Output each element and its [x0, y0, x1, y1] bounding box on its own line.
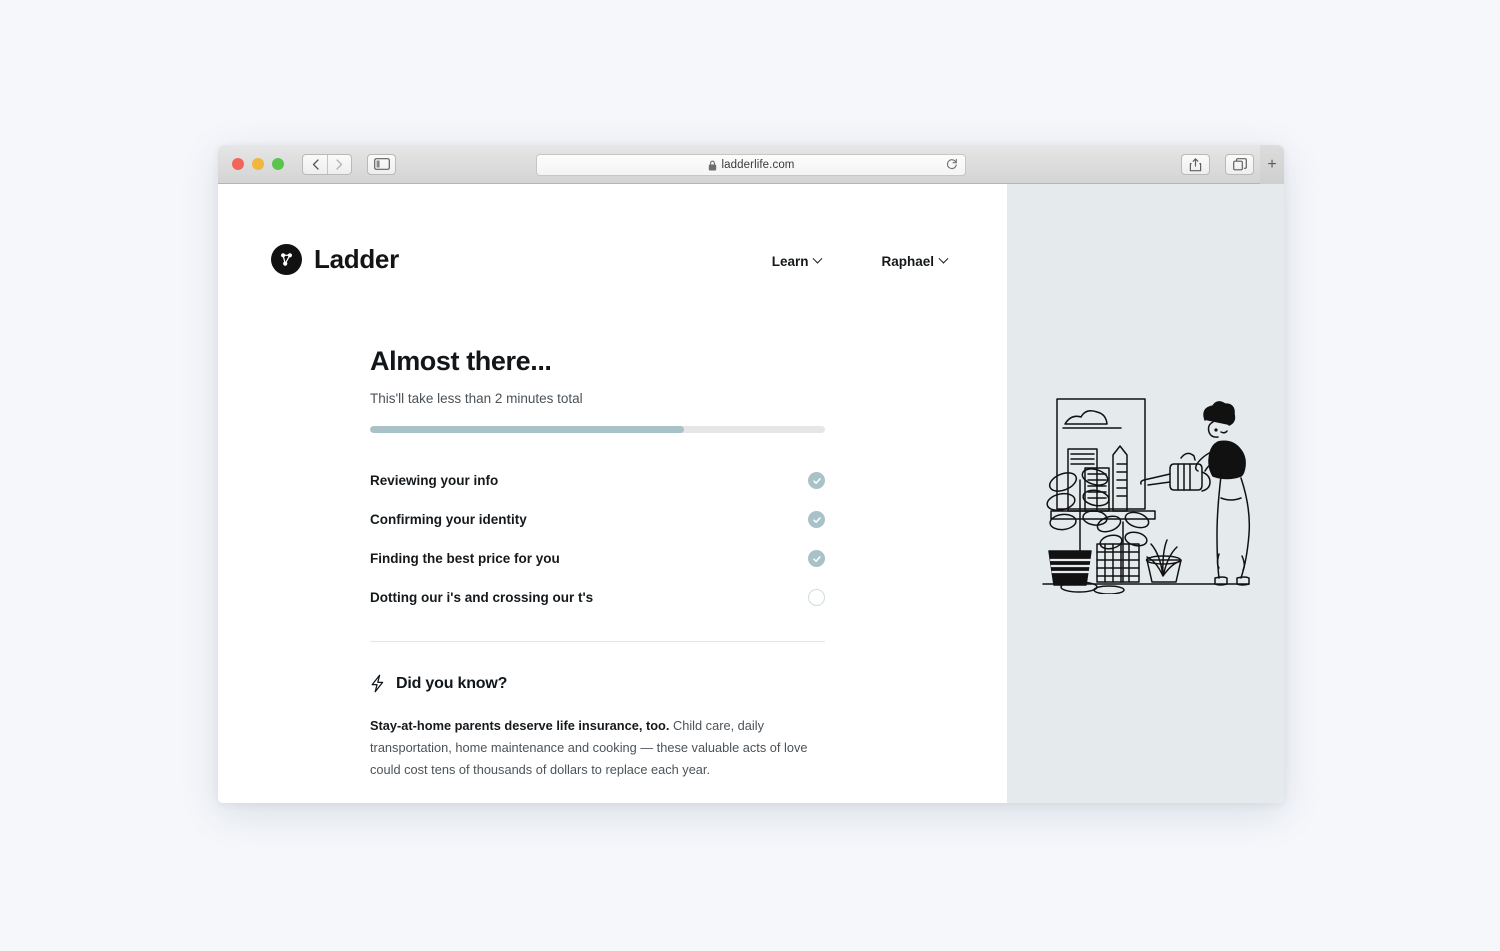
browser-window: ladderlife.com + Ladder Learn Raphael Al…	[218, 145, 1284, 803]
top-navigation: Learn Raphael	[771, 253, 949, 269]
main-content-pane: Ladder Learn Raphael Almost there... Thi…	[218, 184, 1007, 803]
progress-bar	[370, 426, 825, 433]
step-list: Reviewing your info Confirming your ident…	[370, 461, 825, 617]
brand-name: Ladder	[314, 244, 399, 274]
step-complete-icon	[808, 550, 825, 567]
page-subtitle: This'll take less than 2 minutes total	[370, 391, 583, 406]
back-button[interactable]	[303, 155, 327, 174]
lightning-bolt-icon	[371, 674, 384, 693]
page-title: Almost there...	[370, 346, 552, 376]
close-window-button[interactable]	[232, 158, 244, 170]
tabs-overview-icon	[1232, 158, 1247, 171]
step-label: Dotting our i's and crossing our t's	[370, 590, 594, 605]
nav-item-account[interactable]: Raphael	[881, 253, 949, 269]
share-button[interactable]	[1181, 154, 1210, 175]
step-complete-icon	[808, 472, 825, 489]
page-viewport: Ladder Learn Raphael Almost there... Thi…	[218, 184, 1284, 803]
address-bar[interactable]: ladderlife.com	[536, 154, 966, 176]
sidebar-toggle-button[interactable]	[367, 153, 396, 175]
step-item: Reviewing your info	[370, 461, 825, 500]
minimize-window-button[interactable]	[252, 158, 264, 170]
step-complete-icon	[808, 511, 825, 528]
nav-item-learn-label: Learn	[771, 254, 809, 269]
brand-logo[interactable]: Ladder	[271, 244, 399, 275]
progress-card: Almost there... This'll take less than 2…	[370, 346, 825, 781]
chevron-down-icon	[813, 253, 823, 264]
forward-button[interactable]	[327, 154, 351, 174]
reload-button[interactable]	[946, 158, 958, 172]
progress-bar-fill	[370, 426, 684, 433]
chevron-left-icon	[312, 158, 319, 170]
did-you-know-body: Stay-at-home parents deserve life insura…	[370, 715, 825, 781]
section-divider	[370, 641, 825, 642]
step-label: Finding the best price for you	[370, 551, 560, 566]
nav-item-account-label: Raphael	[881, 254, 934, 269]
did-you-know-title: Did you know?	[396, 674, 508, 692]
chevron-right-icon	[336, 158, 343, 170]
new-tab-button[interactable]: +	[1260, 145, 1284, 184]
ladder-mark-glyph	[281, 253, 292, 266]
browser-titlebar: ladderlife.com +	[218, 145, 1284, 184]
step-pending-icon	[808, 589, 825, 606]
nav-item-learn[interactable]: Learn	[771, 253, 823, 269]
did-you-know-lead: Stay-at-home parents deserve life insura…	[370, 718, 670, 733]
step-item: Dotting our i's and crossing our t's	[370, 578, 825, 617]
did-you-know-header: Did you know?	[370, 674, 825, 693]
share-icon	[1189, 157, 1202, 171]
tabs-overview-button[interactable]	[1225, 154, 1254, 175]
browser-right-actions: +	[1166, 145, 1284, 184]
step-item: Confirming your identity	[370, 500, 825, 539]
person-watering-plants-illustration	[1041, 397, 1250, 594]
window-controls	[232, 158, 284, 170]
step-label: Reviewing your info	[370, 473, 499, 488]
step-item: Finding the best price for you	[370, 539, 825, 578]
ladder-logo-icon	[271, 244, 302, 275]
url-text: ladderlife.com	[721, 159, 795, 171]
chevron-down-icon	[938, 253, 949, 264]
reload-icon	[946, 158, 957, 170]
sidebar-toggle-icon	[373, 158, 390, 170]
step-label: Confirming your identity	[370, 512, 527, 527]
lock-icon	[708, 160, 716, 170]
illustration-pane	[1007, 184, 1284, 803]
navigation-buttons	[302, 153, 352, 175]
maximize-window-button[interactable]	[272, 158, 284, 170]
